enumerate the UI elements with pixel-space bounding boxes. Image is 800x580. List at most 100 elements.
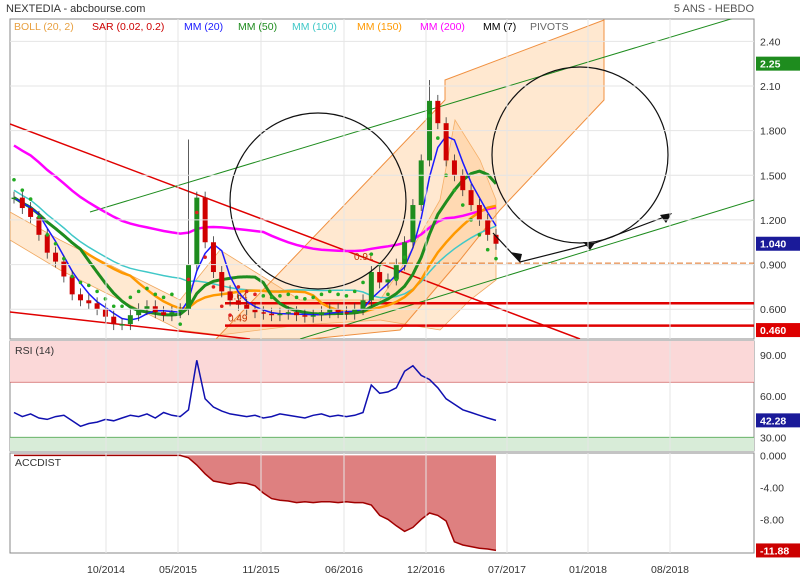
sar-dot (203, 255, 207, 259)
sar-dot (261, 294, 266, 298)
sar-dot (178, 322, 183, 326)
sar-dot (386, 292, 390, 297)
accdist-value-label: -11.88 (760, 545, 789, 557)
sar-dot (303, 297, 307, 301)
value-marker-label: 2.25 (760, 59, 781, 71)
candle-body (19, 197, 25, 209)
candle-body (468, 190, 474, 206)
candle-body (111, 316, 117, 325)
price-tick-label: 0.900 (760, 260, 786, 272)
candle-body (86, 300, 92, 304)
candle-body (443, 123, 449, 161)
candle-body (377, 272, 383, 283)
sar-dot (485, 247, 490, 252)
sar-dot (153, 292, 158, 297)
candle-body (318, 312, 324, 316)
sar-dot (45, 233, 50, 237)
candle-body (194, 197, 200, 265)
sar-dot (452, 188, 457, 192)
x-tick-label: 07/2017 (488, 564, 526, 576)
sar-dot (186, 277, 191, 282)
x-tick-label: 12/2016 (407, 564, 445, 576)
sar-dot (278, 294, 282, 298)
accdist-tick-label: 0.000 (760, 450, 786, 462)
sar-dot (62, 256, 66, 261)
candle-body (476, 205, 482, 220)
candle-body (127, 315, 133, 325)
candle-body (451, 160, 457, 176)
candle-body (94, 303, 100, 310)
sar-dot (427, 113, 432, 118)
candle-body (186, 264, 192, 310)
sar-dot (460, 203, 465, 207)
candle-body (385, 279, 391, 283)
sar-dot (286, 292, 291, 297)
x-tick-label: 08/2018 (651, 564, 689, 576)
candle-body (77, 294, 83, 301)
sar-dot (211, 285, 216, 289)
sar-dot (344, 294, 349, 298)
candle-body (219, 272, 225, 292)
accdist-tick-label: -4.00 (760, 482, 784, 494)
rsi-tick-label: 90.00 (760, 350, 786, 362)
sar-dot (402, 255, 407, 259)
sar-dot (236, 285, 241, 289)
sar-dot (86, 283, 91, 288)
candle-body (210, 242, 216, 273)
chart-canvas: 0.910.640.49 RSI (14) ACCDIST 2.402.101.… (9, 18, 800, 576)
candle-body (277, 313, 283, 316)
sar-dot (120, 304, 124, 309)
sar-dot (20, 188, 25, 192)
sar-dot (352, 289, 357, 294)
candle-body (410, 205, 416, 243)
candle-body (53, 252, 59, 262)
value-marker-label: 0.460 (760, 325, 786, 337)
sar-dot (170, 292, 174, 297)
sar-dot (494, 256, 498, 261)
candle-body (402, 242, 408, 265)
sar-dot (361, 280, 365, 285)
price-tick-label: 0.600 (760, 304, 786, 316)
sar-dot (336, 292, 340, 297)
sar-dot (195, 210, 199, 215)
accdist-tick-label: -8.00 (760, 514, 784, 526)
candle-body (11, 197, 17, 200)
candle-body (460, 175, 466, 191)
candle-body (360, 300, 366, 310)
candle-body (119, 324, 125, 326)
price-tick-label: 2.40 (760, 36, 781, 48)
sar-dot (78, 280, 83, 285)
accdist-title: ACCDIST (15, 457, 62, 469)
sar-dot (319, 292, 324, 297)
candle-body (368, 272, 374, 301)
legend-item: MM (150) (357, 21, 402, 33)
candle-body (102, 309, 108, 317)
candle-body (28, 208, 34, 217)
candle-body (302, 315, 308, 317)
x-tick-label: 05/2015 (159, 564, 197, 576)
candle-body (260, 312, 266, 314)
rsi-value-label: 42.28 (760, 415, 786, 427)
legend-item: MM (7) (483, 21, 516, 33)
candle-body (136, 309, 142, 316)
sar-dot (53, 241, 58, 246)
sar-dot (28, 197, 33, 201)
sar-dot (95, 289, 99, 294)
legend-item: PIVOTS (530, 21, 569, 33)
sar-dot (128, 295, 133, 300)
sar-dot (394, 277, 399, 282)
sar-dot (111, 304, 116, 309)
candle-body (169, 312, 175, 316)
x-tick-label: 01/2018 (569, 564, 607, 576)
candle-body (352, 309, 358, 314)
candle-body (435, 100, 441, 124)
sar-dot (294, 295, 299, 300)
sar-dot (70, 274, 74, 279)
sar-dot (436, 136, 440, 140)
candle-body (161, 312, 167, 316)
rsi-oversold-zone (10, 437, 754, 451)
value-marker-label: 1.040 (760, 239, 786, 251)
x-tick-label: 06/2016 (325, 564, 363, 576)
sar-dot (103, 297, 108, 301)
sar-dot (12, 177, 16, 182)
